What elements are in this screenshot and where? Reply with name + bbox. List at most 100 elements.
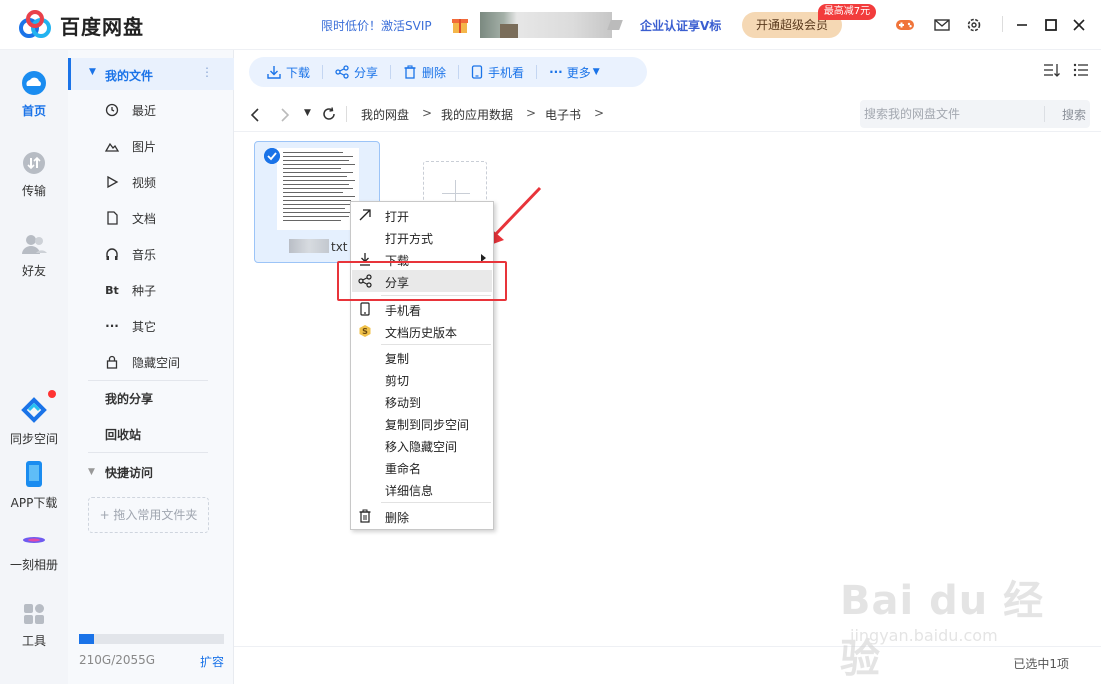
sidebar-item-music[interactable]: 音乐	[68, 238, 234, 270]
clock-icon	[105, 103, 119, 117]
sidebar-item-documents[interactable]: 文档	[68, 202, 234, 234]
sidebar-item-recycle-bin[interactable]: 回收站	[68, 418, 234, 450]
sidebar-item-recent[interactable]: 最近	[68, 94, 234, 126]
sidebar-item-quick-access[interactable]: ▼ 快捷访问	[68, 456, 234, 488]
more-dots-icon: ···	[549, 65, 563, 79]
menu-item-move-to-hidden[interactable]: 移入隐藏空间	[351, 434, 493, 456]
storage-quota-bar	[79, 634, 224, 644]
transfer-icon	[23, 152, 45, 174]
nav-item-home[interactable]: 首页	[0, 70, 68, 119]
storage-quota-text: 210G/2055G	[79, 653, 156, 667]
menu-item-delete[interactable]: 删除	[351, 505, 493, 527]
menu-item-open-with[interactable]: 打开方式	[351, 226, 493, 262]
search-input[interactable]	[864, 104, 1034, 124]
address-bar: ▼ 我的网盘 > 我的应用数据 > 电子书 > 搜索	[234, 96, 1101, 132]
sidebar-divider	[88, 452, 208, 453]
file-sidebar: ▼ 我的文件 ⋮ 最近 图片 视频 文档 音乐 Bt 种子 ··· 其它 隐藏空…	[68, 50, 234, 684]
caret-down-icon: ▼	[88, 467, 95, 477]
phone-icon	[26, 461, 42, 487]
nav-item-sync-space[interactable]: 同步空间	[0, 396, 68, 447]
bt-icon: Bt	[105, 283, 119, 297]
refresh-icon[interactable]	[322, 107, 336, 121]
mail-icon[interactable]	[932, 15, 952, 35]
breadcrumb-separator: >	[422, 106, 433, 120]
caret-down-icon: ▼	[89, 67, 96, 77]
menu-divider	[381, 344, 491, 345]
download-icon	[267, 66, 281, 79]
search-box: 搜索	[860, 100, 1090, 128]
search-button[interactable]: 搜索	[1044, 106, 1086, 122]
sidebar-item-torrents[interactable]: Bt 种子	[68, 274, 234, 306]
more-button[interactable]: ··· 更多 ▼	[537, 57, 612, 87]
sort-icon[interactable]	[1043, 62, 1061, 78]
breadcrumb-app-data[interactable]: 我的应用数据	[441, 106, 513, 123]
menu-item-doc-history[interactable]: S 文档历史版本	[351, 320, 493, 342]
menu-divider	[381, 502, 491, 503]
caret-down-icon: ▼	[592, 67, 600, 77]
sidebar-divider	[88, 380, 208, 381]
options-icon[interactable]: ⋮	[201, 65, 213, 79]
title-bar: 百度网盘 限时低价！激活SVIP 企业认证享V标 开通超级会员 最高减7元	[0, 0, 1101, 50]
download-button[interactable]: 下载	[249, 57, 322, 87]
sidebar-item-videos[interactable]: 视频	[68, 166, 234, 198]
close-icon[interactable]	[1069, 15, 1089, 35]
sidebar-item-hidden-space[interactable]: 隐藏空间	[68, 346, 234, 378]
gift-icon[interactable]	[450, 13, 470, 35]
nav-item-transfer[interactable]: 传输	[0, 150, 68, 199]
phone-icon	[360, 302, 370, 316]
svip-promo-link[interactable]: 限时低价！激活SVIP	[321, 17, 432, 34]
breadcrumb-ebooks[interactable]: 电子书	[545, 106, 581, 123]
play-icon	[107, 175, 119, 189]
nav-item-friends[interactable]: 好友	[0, 232, 68, 279]
menu-item-copy-to-sync[interactable]: 复制到同步空间	[351, 412, 493, 434]
friends-icon	[22, 235, 47, 254]
headphones-icon	[106, 248, 118, 260]
sidebar-item-images[interactable]: 图片	[68, 130, 234, 162]
menu-item-move-to[interactable]: 移动到	[351, 390, 493, 412]
open-arrow-icon	[359, 209, 371, 221]
sync-icon	[21, 397, 47, 423]
settings-icon[interactable]	[964, 15, 984, 35]
annotation-highlight-box	[337, 261, 507, 301]
phone-icon	[471, 65, 483, 79]
history-dropdown-icon[interactable]: ▼	[304, 108, 311, 118]
view-controls	[1043, 62, 1089, 82]
menu-item-details[interactable]: 详细信息	[351, 478, 493, 500]
menu-item-rename[interactable]: 重命名	[351, 456, 493, 478]
sidebar-item-others[interactable]: ··· 其它	[68, 310, 234, 342]
back-icon[interactable]	[250, 108, 260, 122]
maximize-icon[interactable]	[1041, 15, 1061, 35]
menu-item-copy[interactable]: 复制	[351, 346, 493, 368]
storage-quota-fill	[79, 634, 94, 644]
image-icon	[104, 142, 120, 152]
trash-icon	[359, 509, 371, 523]
breadcrumb-my-netdisk[interactable]: 我的网盘	[361, 106, 409, 123]
sidebar-item-my-files[interactable]: ▼ 我的文件 ⋮	[68, 58, 234, 90]
drag-folder-dropzone[interactable]: + 拖入常用文件夹	[88, 497, 209, 533]
sidebar-item-my-share[interactable]: 我的分享	[68, 382, 234, 414]
baidu-netdisk-logo-icon	[19, 10, 51, 38]
phone-view-button[interactable]: 手机看	[459, 57, 536, 87]
expand-storage-link[interactable]: 扩容	[200, 653, 224, 670]
nav-item-album[interactable]: 一刻相册	[0, 530, 68, 573]
address-divider	[346, 106, 347, 122]
more-icon: ···	[105, 319, 119, 333]
game-icon[interactable]	[895, 15, 915, 35]
primary-nav: 首页 传输 好友 同步空间 APP下载 一刻相册 工具	[0, 50, 68, 684]
delete-button[interactable]: 删除	[391, 57, 458, 87]
context-menu: 打开 打开方式 下载 分享 手机看 S 文档历史版本 复制 剪切 移动到 复制到…	[350, 201, 494, 530]
menu-item-open[interactable]: 打开	[351, 204, 493, 226]
nav-item-tools[interactable]: 工具	[0, 602, 68, 649]
share-button[interactable]: 分享	[323, 57, 390, 87]
enterprise-auth-link[interactable]: 企业认证享V标	[640, 17, 721, 34]
minimize-icon[interactable]	[1012, 15, 1032, 35]
window-controls-divider	[1002, 16, 1003, 32]
nav-item-app-download[interactable]: APP下载	[0, 460, 68, 511]
file-thumbnail	[277, 148, 359, 230]
menu-item-phone-view[interactable]: 手机看	[351, 298, 493, 320]
svg-text:S: S	[362, 327, 368, 336]
forward-icon[interactable]	[280, 108, 290, 122]
menu-item-cut[interactable]: 剪切	[351, 368, 493, 390]
checkbox-checked-icon[interactable]	[264, 148, 280, 164]
list-view-icon[interactable]	[1073, 62, 1089, 78]
